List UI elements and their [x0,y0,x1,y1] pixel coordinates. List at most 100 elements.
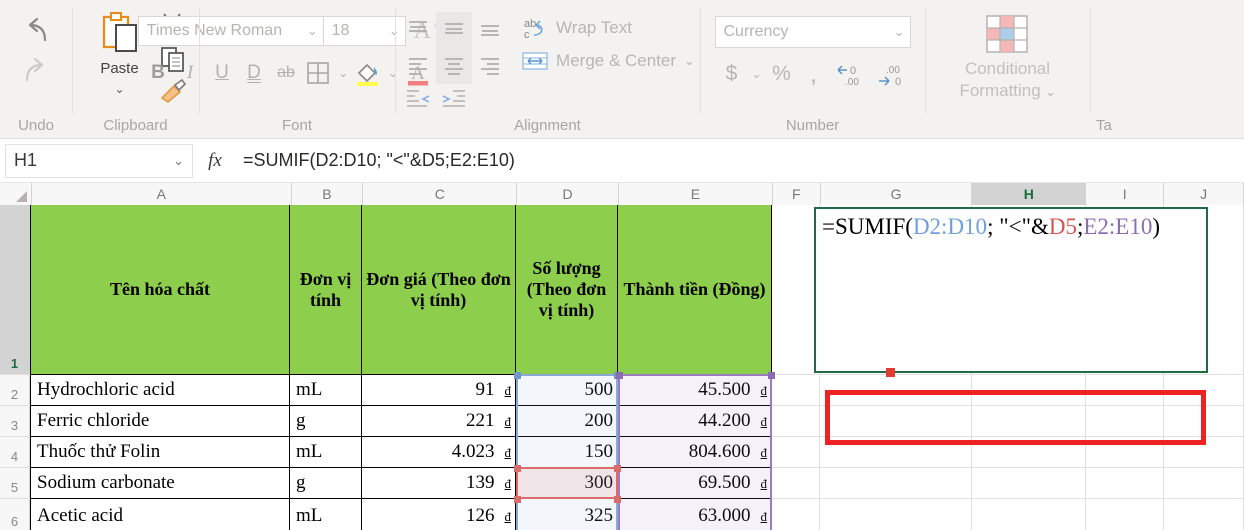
cell-F4[interactable] [772,437,820,468]
cell-H6[interactable] [972,499,1086,530]
cell-F6[interactable] [772,499,820,530]
column-header-J[interactable]: J [1164,183,1244,205]
cell-C1[interactable]: Đơn giá (Theo đơn vị tính) [362,205,516,375]
cell-C2[interactable]: 91 đ [362,375,516,406]
align-top-button[interactable] [400,12,436,48]
cell-A5[interactable]: Sodium carbonate [30,468,290,499]
cell-A1[interactable]: Tên hóa chất [30,205,290,375]
cell-D3[interactable]: 200 [516,406,618,437]
cell-B3[interactable]: g [290,406,362,437]
align-bottom-button[interactable] [472,12,508,48]
comma-format-button[interactable]: , [799,60,829,88]
row-header-2[interactable]: 2 [0,375,29,406]
cell-B5[interactable]: g [290,468,362,499]
cell-E4[interactable]: 804.600 đ [618,437,772,468]
italic-button[interactable]: I [174,58,206,88]
cell-G5[interactable] [820,468,972,499]
cell-G4[interactable] [820,437,972,468]
row-header-3[interactable]: 3 [0,406,29,437]
range-handle[interactable] [614,465,621,472]
increase-indent-button[interactable] [436,84,472,114]
cell-J3[interactable] [1164,406,1244,437]
select-all-button[interactable] [0,183,32,205]
cell-E3[interactable]: 44.200 đ [618,406,772,437]
align-middle-button[interactable] [436,12,473,48]
chevron-down-icon[interactable]: ⌄ [684,53,695,69]
row-header-6[interactable]: 6 [0,499,29,530]
row-header-5[interactable]: 5 [0,468,29,499]
cell-E2[interactable]: 45.500 đ [618,375,772,406]
cell-C6[interactable]: 126 đ [362,499,516,530]
range-handle[interactable] [768,372,775,379]
conditional-formatting-button[interactable]: Conditional Formatting ⌄ [959,6,1056,103]
cell-G3[interactable] [820,406,972,437]
column-header-C[interactable]: C [363,183,518,205]
wrap-text-button[interactable]: ab c Wrap Text [522,16,695,40]
fill-handle[interactable] [886,368,895,377]
cell-J5[interactable] [1164,468,1244,499]
cell-H5[interactable] [972,468,1086,499]
cell-C3[interactable]: 221 đ [362,406,516,437]
chevron-down-icon[interactable]: ⌄ [334,58,352,88]
column-header-D[interactable]: D [517,183,620,205]
cell-F5[interactable] [772,468,820,499]
cell-G2[interactable] [820,375,972,406]
row-header-1[interactable]: 1 [0,205,29,375]
merge-center-button[interactable]: Merge & Center ⌄ [522,50,695,72]
range-handle[interactable] [514,372,521,379]
cell-D2[interactable]: 500 [516,375,618,406]
column-header-H[interactable]: H [972,183,1087,205]
range-handle[interactable] [514,496,521,503]
cell-F2[interactable] [772,375,820,406]
cell-A6[interactable]: Acetic acid [30,499,290,530]
align-center-button[interactable] [436,48,473,84]
column-header-G[interactable]: G [820,183,973,205]
align-left-button[interactable] [400,48,436,84]
cell-I5[interactable] [1086,468,1164,499]
bold-button[interactable]: B [142,58,174,88]
cell-E1[interactable]: Thành tiền (Đồng) [618,205,772,375]
cell-C5[interactable]: 139 đ [362,468,516,499]
range-handle[interactable] [514,465,521,472]
row-header-4[interactable]: 4 [0,437,29,468]
column-header-A[interactable]: A [31,183,292,205]
cell-H4[interactable] [972,437,1086,468]
insert-function-button[interactable]: fx [193,144,237,178]
cell-I3[interactable] [1086,406,1164,437]
double-underline-button[interactable]: D [238,58,270,88]
chevron-down-icon[interactable]: ⌄ [114,83,124,95]
cell-editor[interactable]: =SUMIF(D2:D10; "<"& D5; E2:E10) [814,207,1208,373]
font-size-combo[interactable]: 18 ⌄ [323,16,406,46]
cell-A3[interactable]: Ferric chloride [30,406,290,437]
column-header-I[interactable]: I [1086,183,1165,205]
cell-B6[interactable]: mL [290,499,362,530]
align-right-button[interactable] [472,48,508,84]
cell-D6[interactable]: 325 [516,499,618,530]
chevron-down-icon[interactable]: ⌄ [173,153,184,169]
fill-color-button[interactable] [352,58,384,88]
cell-D4[interactable]: 150 [516,437,618,468]
cell-D1[interactable]: Số lượng (Theo đơn vị tính) [516,205,618,375]
undo-icon[interactable] [17,12,55,50]
cell-E6[interactable]: 63.000 đ [618,499,772,530]
strikethrough-button[interactable]: ab [270,58,302,88]
cell-H2[interactable] [972,375,1086,406]
decrease-decimal-button[interactable]: 0 .00 [831,60,869,88]
increase-decimal-button[interactable]: .00 0 [871,60,909,88]
percent-format-button[interactable]: % [767,60,797,88]
cell-H3[interactable] [972,406,1086,437]
cell-C4[interactable]: 4.023 đ [362,437,516,468]
borders-button[interactable] [302,58,334,88]
column-header-E[interactable]: E [619,183,773,205]
cell-A2[interactable]: Hydrochloric acid [30,375,290,406]
cell-B1[interactable]: Đơn vị tính [290,205,362,375]
font-name-combo[interactable]: Times New Roman ⌄ [137,16,324,46]
cell-I6[interactable] [1086,499,1164,530]
cell-G6[interactable] [820,499,972,530]
redo-icon[interactable] [17,52,55,90]
decrease-indent-button[interactable] [400,84,436,114]
cell-B2[interactable]: mL [290,375,362,406]
formula-input[interactable]: =SUMIF(D2:D10; "<"&D5;E2:E10) [237,144,1239,178]
range-handle[interactable] [614,496,621,503]
name-box[interactable]: H1 ⌄ [5,143,193,178]
